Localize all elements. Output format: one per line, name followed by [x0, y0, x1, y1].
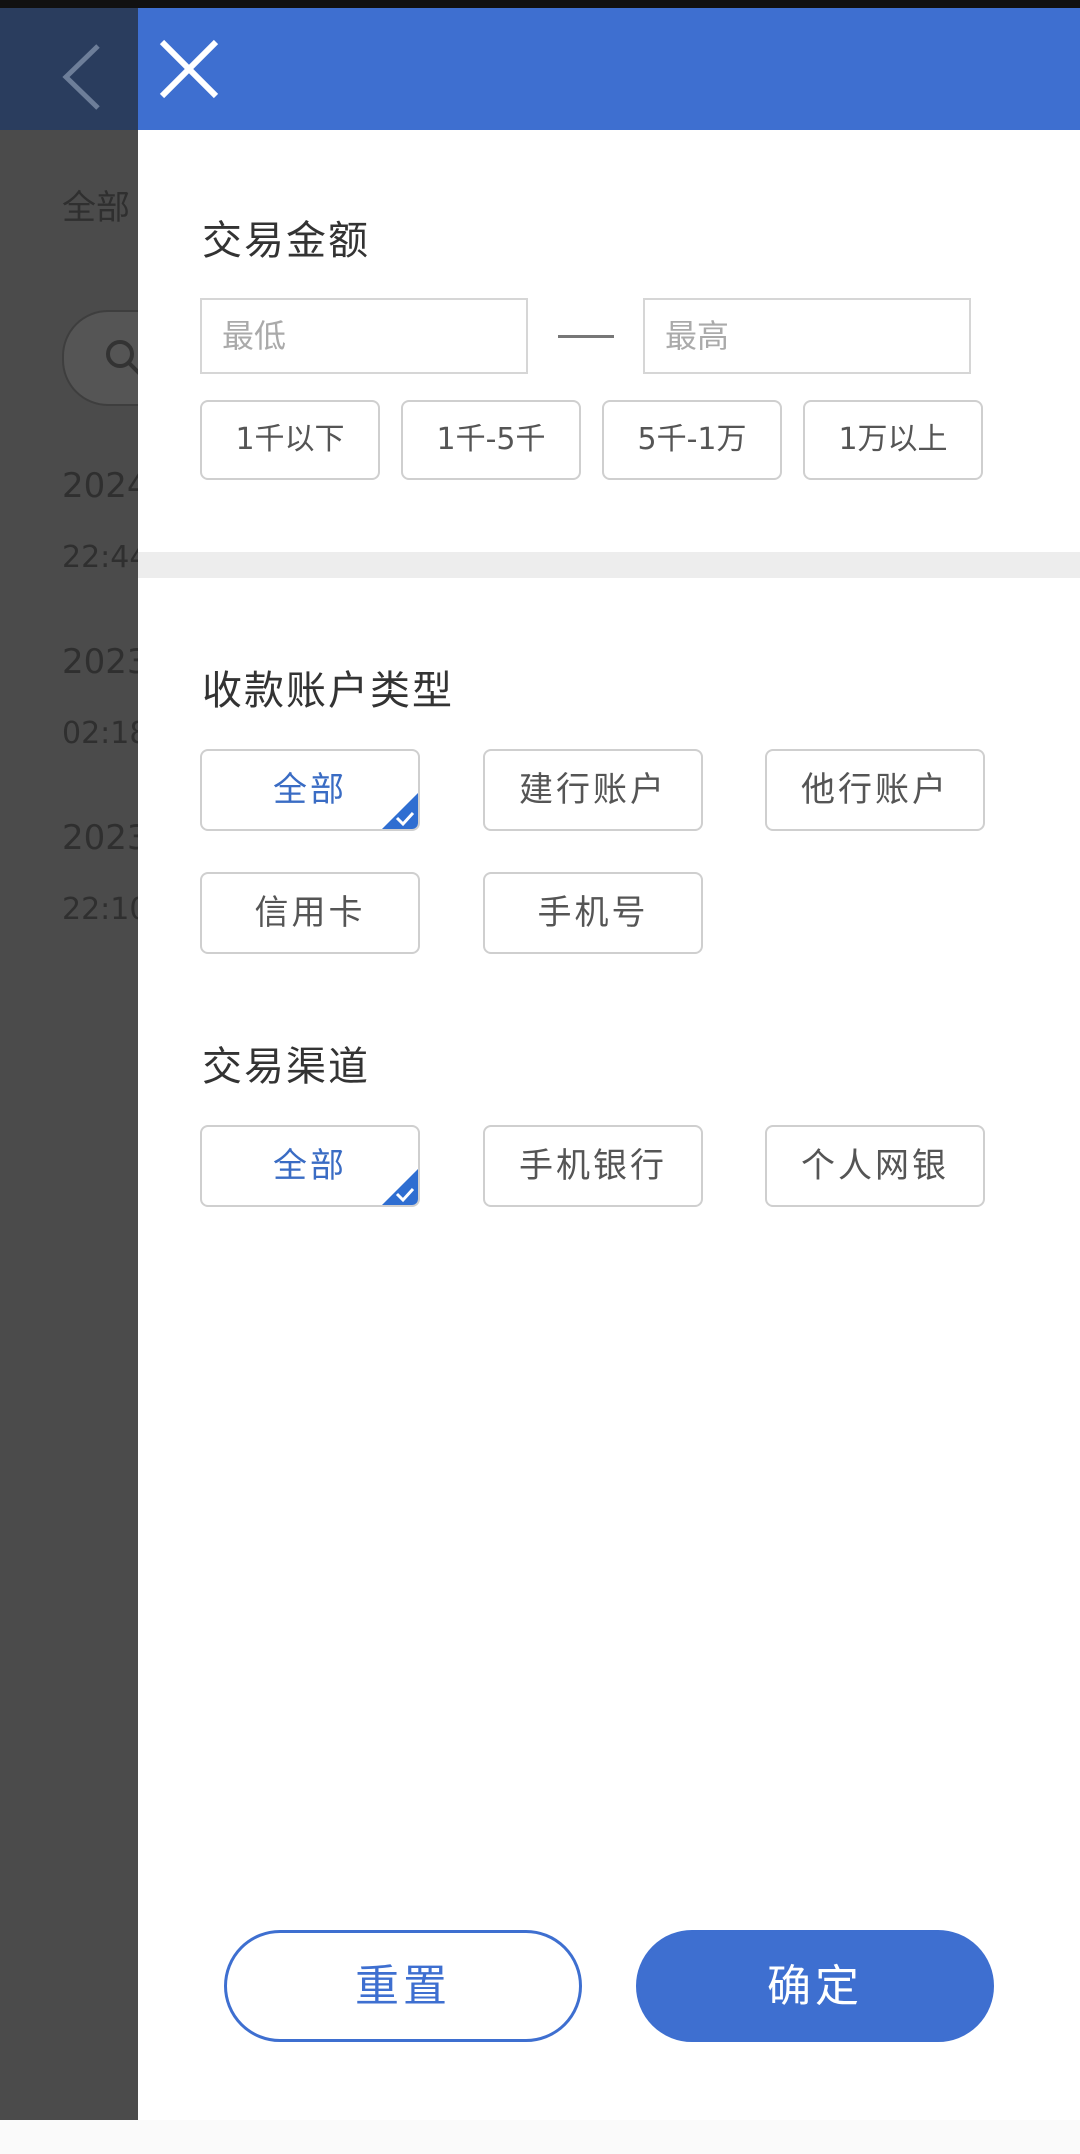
option-label: 手机银行 [519, 1146, 667, 1186]
option-label: 信用卡 [254, 893, 366, 933]
background-header [0, 8, 138, 130]
range-separator [558, 335, 614, 338]
confirm-button[interactable]: 确定 [636, 1930, 994, 2042]
background-search-box [62, 310, 138, 406]
option-label: 全部 [273, 1146, 347, 1186]
account-type-section-title: 收款账户类型 [202, 668, 454, 714]
amount-range-chip[interactable]: 1万以上 [803, 400, 983, 480]
max-amount-input[interactable]: 最高 [643, 298, 971, 374]
option-label: 个人网银 [801, 1146, 949, 1186]
channel-option-mobile-banking[interactable]: 手机银行 [483, 1125, 703, 1207]
account-type-option-ccb[interactable]: 建行账户 [483, 749, 703, 831]
bottom-strip [0, 2120, 1080, 2154]
filter-drawer: 交易金额 最低 最高 1千以下 1千-5千 5千-1万 1万以上 收款账户类型 … [138, 8, 1080, 2120]
account-type-option-other-bank[interactable]: 他行账户 [765, 749, 985, 831]
background-record-time: 22:44 [62, 540, 138, 575]
section-divider [138, 552, 1080, 578]
channel-option-all[interactable]: 全部 [200, 1125, 420, 1207]
channel-section-title: 交易渠道 [202, 1044, 370, 1090]
reset-button[interactable]: 重置 [224, 1930, 582, 2042]
account-type-option-credit-card[interactable]: 信用卡 [200, 872, 420, 954]
background-page: 全部 2024 22:44 2023 02:18 2023 22:10 [0, 130, 138, 2120]
search-icon [106, 340, 138, 375]
background-record-date: 2024 [62, 466, 138, 506]
channel-option-online-banking[interactable]: 个人网银 [765, 1125, 985, 1207]
checkmark-icon [395, 811, 415, 827]
option-label: 全部 [273, 770, 347, 810]
drawer-header [138, 8, 1080, 130]
status-bar [0, 0, 1080, 8]
background-record-date: 2023 [62, 642, 138, 682]
option-label: 他行账户 [801, 770, 949, 810]
account-type-option-all[interactable]: 全部 [200, 749, 420, 831]
background-record-time: 22:10 [62, 892, 138, 927]
close-icon[interactable] [156, 36, 222, 102]
amount-range-chip[interactable]: 5千-1万 [602, 400, 782, 480]
amount-range-chip[interactable]: 1千-5千 [401, 400, 581, 480]
option-label: 建行账户 [519, 770, 667, 810]
background-record-time: 02:18 [62, 716, 138, 751]
background-filter-label: 全部 [62, 188, 130, 228]
option-label: 手机号 [537, 893, 649, 933]
min-amount-input[interactable]: 最低 [200, 298, 528, 374]
background-record-date: 2023 [62, 818, 138, 858]
checkmark-icon [395, 1187, 415, 1203]
amount-section-title: 交易金额 [202, 218, 370, 264]
amount-range-chip[interactable]: 1千以下 [200, 400, 380, 480]
back-arrow-icon[interactable] [58, 42, 106, 112]
account-type-option-phone[interactable]: 手机号 [483, 872, 703, 954]
